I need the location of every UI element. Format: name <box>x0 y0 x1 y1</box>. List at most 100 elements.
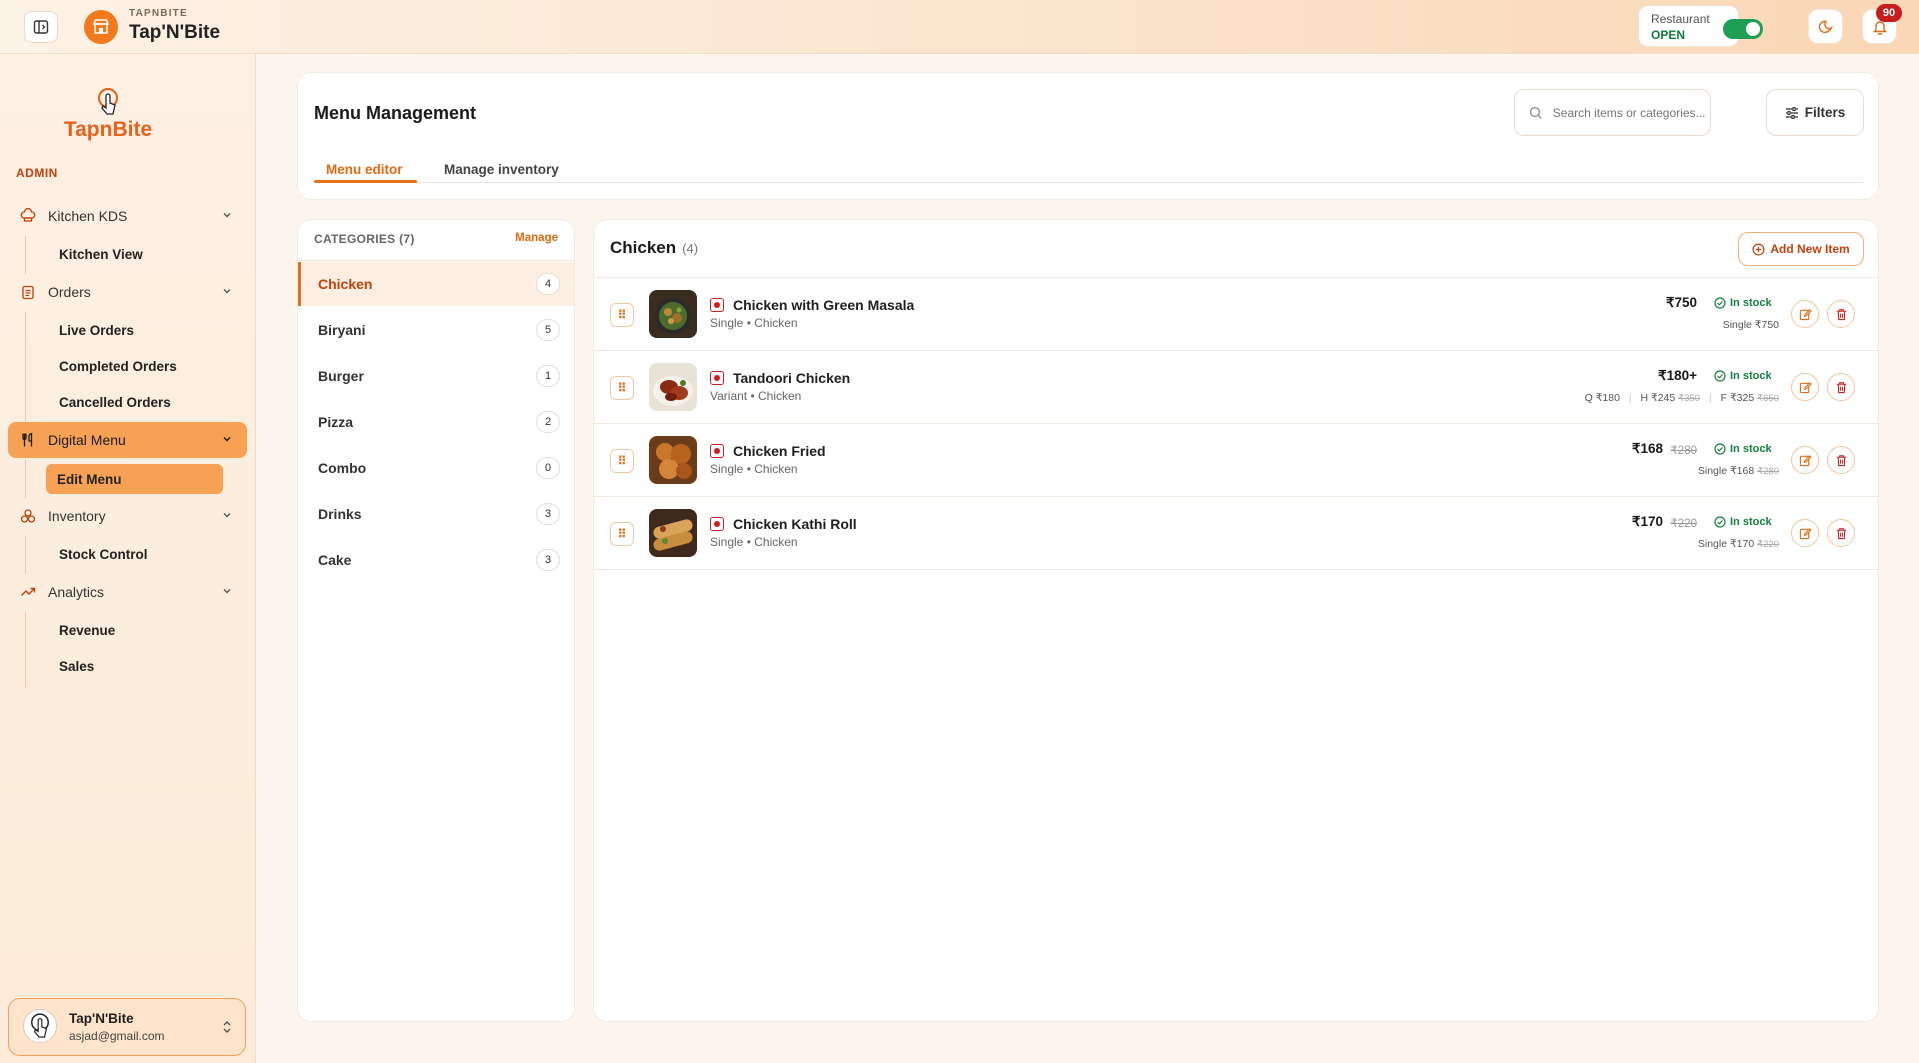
menu-item-row: ⠿ Chicken with Green Masala Single • Chi… <box>594 278 1880 351</box>
item-name: Chicken Fried <box>733 443 826 459</box>
category-count: 4 <box>536 273 560 295</box>
category-combo[interactable]: Combo 0 <box>298 446 574 490</box>
divider <box>298 260 574 261</box>
category-name: Burger <box>318 368 364 384</box>
nav-label: Inventory <box>48 508 106 524</box>
tab-manage-inventory[interactable]: Manage inventory <box>444 153 559 185</box>
theme-toggle-button[interactable] <box>1808 9 1843 44</box>
nav-sub-kitchen-view[interactable]: Kitchen View <box>48 239 223 269</box>
nav-inventory[interactable]: Inventory <box>8 498 247 534</box>
edit-item-button[interactable] <box>1791 373 1819 401</box>
nav-label: Digital Menu <box>48 432 126 448</box>
category-count: 2 <box>536 411 560 433</box>
sub-price-text: Single ₹170 <box>1697 538 1755 550</box>
user-name: Tap'N'Bite <box>69 1011 134 1026</box>
nav-analytics[interactable]: Analytics <box>8 574 247 610</box>
nav-label: Analytics <box>48 584 105 600</box>
nav-orders[interactable]: Orders <box>8 274 247 310</box>
item-price: ₹750 <box>1665 295 1697 310</box>
item-variant-prices: Q ₹180 | H ₹245 ₹350 | F ₹325 ₹650 <box>1585 392 1779 404</box>
search-box[interactable] <box>1514 89 1711 136</box>
category-count: 5 <box>536 319 560 341</box>
category-chicken[interactable]: Chicken 4 <box>298 262 574 306</box>
nav-sub-stock-control[interactable]: Stock Control <box>48 539 223 569</box>
edit-item-button[interactable] <box>1791 446 1819 474</box>
nav-sub-revenue[interactable]: Revenue <box>48 615 223 645</box>
drag-handle-icon[interactable]: ⠿ <box>610 522 634 546</box>
search-input[interactable] <box>1552 105 1710 120</box>
edit-icon <box>1799 308 1812 320</box>
delete-item-button[interactable] <box>1827 300 1855 328</box>
trend-icon <box>20 584 36 600</box>
menu-item-row: ⠿ Chicken Kathi Roll Single • Chicken ₹1… <box>594 497 1880 570</box>
nav-sub-cancelled-orders[interactable]: Cancelled Orders <box>48 387 223 417</box>
nav-sub-edit-menu[interactable]: Edit Menu <box>46 464 223 494</box>
restaurant-open-toggle[interactable] <box>1723 19 1763 39</box>
nav-sub-completed-orders[interactable]: Completed Orders <box>48 351 223 381</box>
item-name: Chicken Kathi Roll <box>733 516 857 532</box>
categories-panel: CATEGORIES (7) Manage Chicken 4 Biryani … <box>297 219 575 1022</box>
category-count: 3 <box>536 503 560 525</box>
filters-button[interactable]: Filters <box>1766 89 1864 136</box>
add-new-item-button[interactable]: Add New Item <box>1738 232 1864 266</box>
nav-label: Kitchen KDS <box>48 208 128 224</box>
drag-handle-icon[interactable]: ⠿ <box>610 303 634 327</box>
category-name: Chicken <box>318 276 373 292</box>
category-count: 3 <box>536 549 560 571</box>
non-veg-icon <box>710 444 724 458</box>
restaurant-status: Restaurant OPEN <box>1638 5 1763 47</box>
category-pizza[interactable]: Pizza 2 <box>298 400 574 444</box>
chevron-down-icon <box>223 513 231 518</box>
stock-label: In stock <box>1730 297 1772 309</box>
non-veg-icon <box>710 517 724 531</box>
category-drinks[interactable]: Drinks 3 <box>298 492 574 536</box>
clipboard-icon <box>20 284 36 300</box>
user-profile-card[interactable]: Tap'N'Bite asjad@gmail.com <box>8 998 246 1056</box>
menu-items-panel: Chicken (4) Add New Item ⠿ Chicken with G… <box>593 219 1880 1022</box>
nav-sub-live-orders[interactable]: Live Orders <box>48 315 223 345</box>
item-thumbnail <box>649 290 697 338</box>
category-name: Combo <box>318 460 367 476</box>
logo-hand-icon <box>31 1013 49 1038</box>
chevron-down-icon <box>223 437 231 442</box>
non-veg-icon <box>710 371 724 385</box>
nav-kitchen-kds[interactable]: Kitchen KDS <box>8 198 247 234</box>
brand-eyebrow: TAPNBITE <box>129 8 188 19</box>
nav-sub-sales[interactable]: Sales <box>48 651 223 681</box>
check-circle-icon <box>1714 516 1726 528</box>
add-new-item-label: Add New Item <box>1770 242 1850 256</box>
category-biryani[interactable]: Biryani 5 <box>298 308 574 352</box>
delete-item-button[interactable] <box>1827 373 1855 401</box>
top-bar: TAPNBITE Tap'N'Bite Restaurant OPEN 90 <box>0 0 1919 54</box>
chef-hat-icon <box>20 208 36 224</box>
chevron-down-icon <box>223 289 231 294</box>
stock-label: In stock <box>1730 370 1772 382</box>
chevron-down-icon <box>223 589 231 594</box>
edit-item-button[interactable] <box>1791 300 1819 328</box>
sliders-icon <box>1785 106 1798 119</box>
item-thumbnail <box>649 363 697 411</box>
category-burger[interactable]: Burger 1 <box>298 354 574 398</box>
logo-text: TapnBite <box>63 118 153 141</box>
item-meta: Single • Chicken <box>710 462 798 476</box>
non-veg-icon <box>710 298 724 312</box>
item-old-price: ₹220 <box>1670 518 1697 530</box>
edit-icon <box>1799 527 1812 539</box>
category-cake[interactable]: Cake 3 <box>298 538 574 582</box>
tapnbite-logo: TapnBite <box>60 88 156 148</box>
drag-handle-icon[interactable]: ⠿ <box>610 376 634 400</box>
items-panel-title: Chicken (4) <box>610 238 698 258</box>
delete-item-button[interactable] <box>1827 519 1855 547</box>
nav-digital-menu[interactable]: Digital Menu <box>8 422 247 458</box>
nav-label: Orders <box>48 284 91 300</box>
delete-item-button[interactable] <box>1827 446 1855 474</box>
sub-old-price: ₹280 <box>1757 466 1779 477</box>
item-name: Tandoori Chicken <box>733 370 851 386</box>
variant-price: Q ₹180 <box>1584 392 1620 404</box>
moon-icon <box>1818 20 1833 33</box>
sidebar-toggle-button[interactable] <box>24 11 58 43</box>
drag-handle-icon[interactable]: ⠿ <box>610 449 634 473</box>
separator: | <box>1628 392 1632 404</box>
manage-categories-link[interactable]: Manage <box>515 232 558 244</box>
edit-item-button[interactable] <box>1791 519 1819 547</box>
